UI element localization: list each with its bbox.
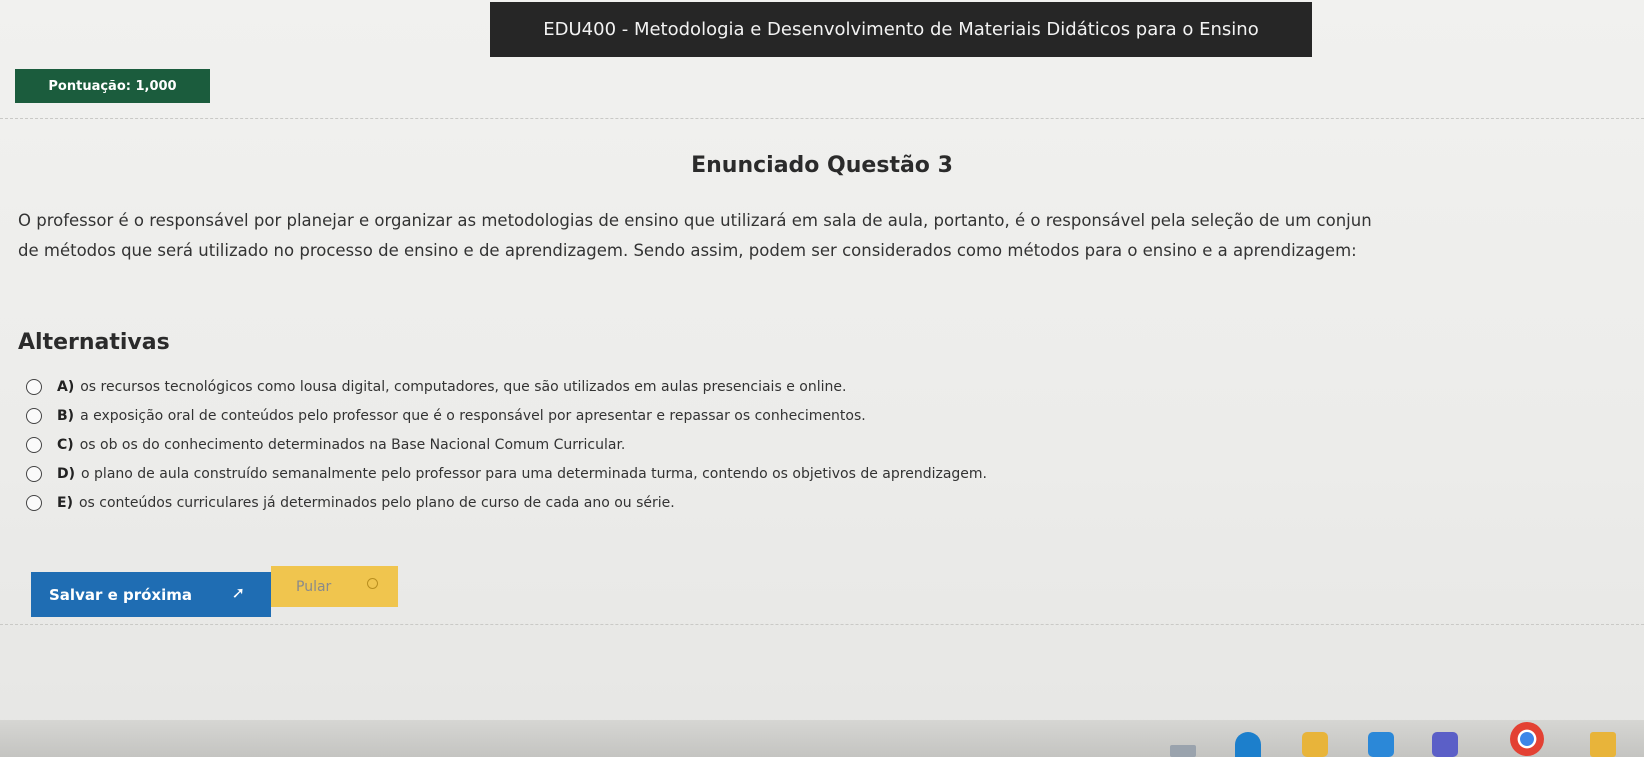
question-statement: O professor é o responsável por planejar… xyxy=(18,206,1644,266)
radio-button[interactable] xyxy=(26,494,42,511)
statement-line: O professor é o responsável por planejar… xyxy=(18,211,1372,230)
taskbar-explorer-icon[interactable] xyxy=(1590,732,1616,757)
score-badge: Pontuação: 1,000 xyxy=(15,69,210,103)
radio-button[interactable] xyxy=(26,407,42,424)
radio-button[interactable] xyxy=(26,465,42,482)
option-b[interactable]: B) a exposição oral de conteúdos pelo pr… xyxy=(26,401,1526,430)
taskbar-edge-icon[interactable] xyxy=(1235,732,1261,757)
save-and-next-button[interactable]: Salvar e próxima ➚ xyxy=(31,572,271,617)
option-letter: D) xyxy=(57,465,76,482)
option-text: os ob os do conhecimento determinados na… xyxy=(79,436,626,453)
divider-top xyxy=(0,118,1644,119)
option-text: os recursos tecnológicos como lousa digi… xyxy=(80,378,847,395)
divider-bottom xyxy=(0,624,1644,625)
option-text: a exposição oral de conteúdos pelo profe… xyxy=(80,407,866,424)
option-text: os conteúdos curriculares já determinado… xyxy=(78,494,675,511)
taskbar-teams-icon[interactable] xyxy=(1432,732,1458,757)
save-button-label: Salvar e próxima xyxy=(49,585,192,604)
option-c[interactable]: C) os ob os do conhecimento determinados… xyxy=(26,430,1526,459)
alternatives-list: A) os recursos tecnológicos como lousa d… xyxy=(26,372,1526,517)
question-title: Enunciado Questão 3 xyxy=(691,153,953,178)
skip-button-label: Pular xyxy=(296,578,332,595)
option-d[interactable]: D) o plano de aula construído semanalmen… xyxy=(26,459,1526,488)
option-letter: C) xyxy=(57,436,74,453)
taskbar-app-icon[interactable] xyxy=(1170,745,1196,757)
radio-button[interactable] xyxy=(26,436,42,453)
taskbar xyxy=(0,720,1644,757)
taskbar-folder-icon[interactable] xyxy=(1302,732,1328,757)
radio-button[interactable] xyxy=(26,378,42,395)
arrow-right-icon: ➚ xyxy=(231,583,245,602)
option-e[interactable]: E) os conteúdos curriculares já determin… xyxy=(26,488,1526,517)
option-letter: B) xyxy=(57,407,75,424)
option-letter: E) xyxy=(57,494,73,511)
alternatives-title: Alternativas xyxy=(18,330,170,355)
statement-line: de métodos que será utilizado no process… xyxy=(18,241,1357,260)
option-text: o plano de aula construído semanalmente … xyxy=(81,465,987,482)
taskbar-chrome-icon[interactable] xyxy=(1510,722,1544,756)
skip-button[interactable]: Pular xyxy=(271,566,398,607)
course-title: EDU400 - Metodologia e Desenvolvimento d… xyxy=(490,2,1312,57)
taskbar-store-icon[interactable] xyxy=(1368,732,1394,757)
option-letter: A) xyxy=(57,378,75,395)
option-a[interactable]: A) os recursos tecnológicos como lousa d… xyxy=(26,372,1526,401)
skip-circle-icon xyxy=(367,578,378,589)
